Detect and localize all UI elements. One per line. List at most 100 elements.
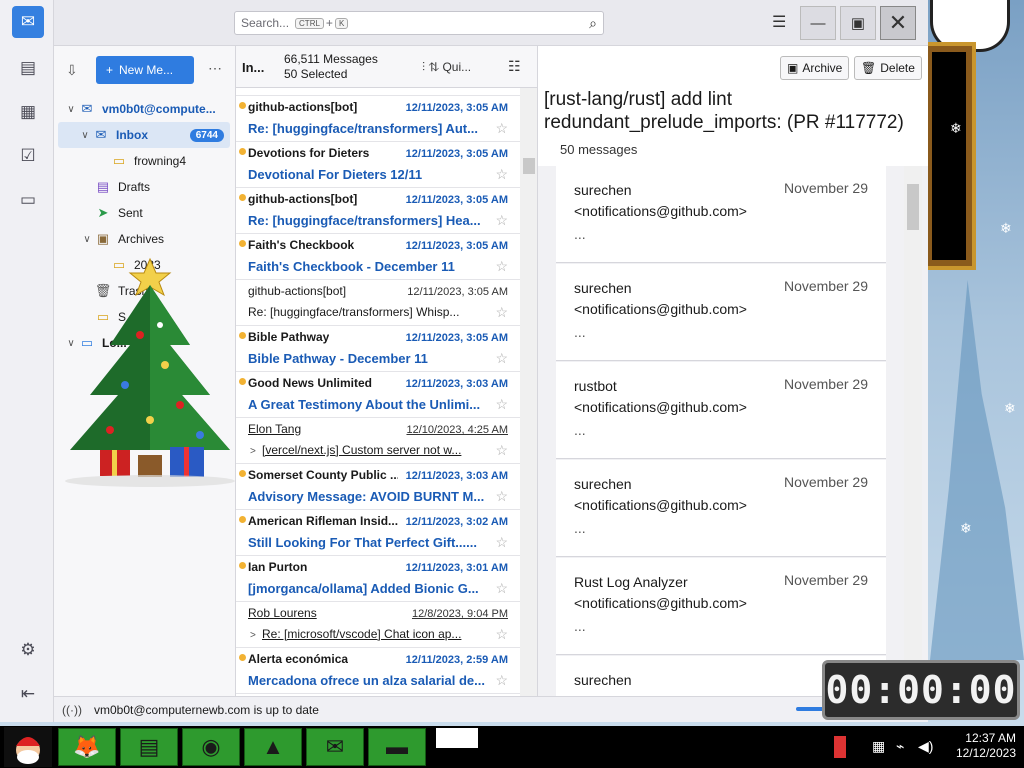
list-item[interactable]: Devotions for Dieters 12/11/2023, 3:05 AM… bbox=[236, 142, 520, 188]
star-icon[interactable]: ☆ bbox=[495, 672, 508, 689]
quick-filter-button[interactable]: ⫶ ⇅ Qui... bbox=[422, 60, 471, 75]
account-row[interactable]: ∨ ✉ vm0b0t@compute... bbox=[54, 96, 236, 122]
terminal-taskbar-icon[interactable]: ▬ bbox=[368, 728, 426, 766]
star-icon[interactable]: ☆ bbox=[495, 304, 508, 321]
star-icon[interactable]: ☆ bbox=[495, 488, 508, 505]
desktop-tree-silhouette bbox=[930, 280, 1024, 660]
list-item[interactable]: github-actions[bot] 12/11/2023, 3:05 AM Re… bbox=[236, 280, 520, 326]
inbox-icon: ✉ bbox=[95, 127, 107, 142]
message-subject: Mercadona ofrece un alza salarial de... bbox=[248, 673, 485, 688]
sender-email: <notifications@github.com> bbox=[574, 497, 747, 513]
address-book-icon[interactable]: ▤ bbox=[12, 52, 44, 84]
thread-title: [rust-lang/rust] add lint redundant_prel… bbox=[544, 89, 904, 133]
tray-red-icon[interactable] bbox=[834, 736, 846, 758]
thread-message-card[interactable]: surechen <notifications@github.com> Novemb… bbox=[556, 460, 886, 557]
sent-icon: ➤ bbox=[97, 205, 109, 220]
list-item[interactable]: > Rob Lourens 12/8/2023, 9:04 PM Re: [micro… bbox=[236, 602, 520, 648]
folder-label: Drafts bbox=[118, 180, 151, 194]
star-icon[interactable]: ☆ bbox=[495, 350, 508, 367]
list-item[interactable]: Bible Pathway 12/11/2023, 3:05 AM Bible Pa… bbox=[236, 326, 520, 372]
archive-button[interactable]: ▣ Archive bbox=[780, 56, 850, 80]
thread-message-card[interactable]: surechen <notifications@github.com> Novemb… bbox=[556, 166, 886, 263]
folder-drafts[interactable]: ▤ Drafts bbox=[54, 174, 236, 200]
star-icon[interactable]: ☆ bbox=[495, 396, 508, 413]
thread-message-card[interactable]: Rust Log Analyzer <notifications@github.c… bbox=[556, 558, 886, 655]
list-item[interactable]: github-actions[bot] 12/11/2023, 3:05 AM Re… bbox=[236, 188, 520, 234]
folder-sent[interactable]: ➤ Sent bbox=[54, 200, 236, 226]
christmas-tree-overlay bbox=[65, 257, 235, 487]
message-from: Rob Lourens bbox=[248, 606, 317, 620]
list-item[interactable]: Faith's Checkbook 12/11/2023, 3:05 AM Fait… bbox=[236, 234, 520, 280]
message-date: 12/11/2023, 3:05 AM bbox=[405, 194, 508, 206]
minimize-button[interactable]: — bbox=[800, 6, 836, 40]
list-item[interactable]: github-actions[bot] 12/11/2023, 3:05 AM Re… bbox=[236, 96, 520, 142]
delete-button[interactable]: 🗑 Delete bbox=[854, 56, 922, 80]
chevron-down-icon[interactable]: ∨ bbox=[64, 104, 78, 115]
thread-message-card[interactable]: rustbot <notifications@github.com> Novembe… bbox=[556, 362, 886, 459]
chevron-down-icon[interactable]: ∨ bbox=[78, 130, 92, 141]
tasks-icon[interactable]: ☑ bbox=[12, 140, 44, 172]
thread-expand-icon[interactable]: > bbox=[250, 630, 256, 641]
star-icon[interactable]: ☆ bbox=[495, 442, 508, 459]
message-date: 12/11/2023, 3:05 AM bbox=[405, 332, 508, 344]
thread-message-card[interactable]: surechen <notifications@github.com> Novemb… bbox=[556, 264, 886, 361]
thread-expand-icon[interactable]: > bbox=[250, 446, 256, 457]
santa-icon bbox=[16, 737, 40, 764]
thunderbird-taskbar-icon[interactable]: ✉ bbox=[306, 728, 364, 766]
christmas-tree-taskbar-icon[interactable]: ▲ bbox=[244, 728, 302, 766]
message-date: 12/8/2023, 9:04 PM bbox=[411, 608, 508, 620]
new-message-button[interactable]: + New Me... bbox=[96, 56, 194, 84]
firefox-taskbar-icon[interactable]: 🦊 bbox=[58, 728, 116, 766]
maximize-button[interactable]: ▣ bbox=[840, 6, 876, 40]
file-explorer-taskbar-icon[interactable]: ▤ bbox=[120, 728, 178, 766]
thread-scrollbar[interactable] bbox=[904, 166, 922, 696]
desktop-picture-frame bbox=[922, 42, 976, 270]
volume-icon[interactable]: ◀) bbox=[918, 738, 933, 755]
chevron-down-icon[interactable]: ∨ bbox=[80, 234, 94, 245]
list-item[interactable]: Somerset County Public ... 12/11/2023, 3:… bbox=[236, 464, 520, 510]
settings-gear-icon[interactable]: ⚙ bbox=[12, 634, 44, 666]
star-icon[interactable]: ☆ bbox=[495, 580, 508, 597]
start-button[interactable] bbox=[4, 727, 52, 767]
list-item[interactable]: Alerta económica 12/11/2023, 2:59 AM Merca… bbox=[236, 648, 520, 694]
message-snippet: ... bbox=[574, 520, 586, 536]
list-item[interactable]: Good News Unlimited 12/11/2023, 3:03 AM A … bbox=[236, 372, 520, 418]
star-icon[interactable]: ☆ bbox=[495, 258, 508, 275]
star-icon[interactable]: ☆ bbox=[495, 120, 508, 137]
list-item[interactable]: > Elon Tang 12/10/2023, 4:25 AM [vercel/nex… bbox=[236, 418, 520, 464]
message-list-scrollbar[interactable] bbox=[520, 88, 537, 696]
message-date: 12/11/2023, 3:05 AM bbox=[407, 286, 508, 298]
network-icon[interactable]: ▦ bbox=[872, 738, 885, 755]
calendar-icon[interactable]: ▦ bbox=[12, 96, 44, 128]
search-input[interactable]: Search... CTRL + K ⌕ bbox=[234, 11, 604, 35]
quick-filter-label: Qui... bbox=[442, 60, 472, 74]
chat-icon[interactable]: ▭ bbox=[12, 184, 44, 216]
get-messages-icon[interactable]: ⇩ bbox=[66, 62, 78, 79]
app-menu-icon[interactable]: ☰ bbox=[772, 12, 786, 32]
message-list-pane: In... 66,511 Messages 50 Selected ⫶ ⇅ Qu… bbox=[236, 46, 538, 696]
message-from: github-actions[bot] bbox=[248, 192, 358, 206]
list-item-partial[interactable] bbox=[236, 88, 520, 96]
online-status-icon[interactable]: ((·)) bbox=[62, 703, 82, 717]
sender-email: <notifications@github.com> bbox=[574, 301, 747, 317]
chrome-taskbar-icon[interactable]: ◉ bbox=[182, 728, 240, 766]
usb-icon[interactable]: ⌁ bbox=[896, 738, 904, 755]
tray-clock[interactable]: 12:37 AM 12/12/2023 bbox=[956, 731, 1016, 761]
mail-space-icon[interactable]: ✉ bbox=[12, 6, 44, 38]
more-options-icon[interactable]: ⋯ bbox=[208, 60, 222, 77]
collapse-toolbar-icon[interactable]: ⇤ bbox=[12, 678, 44, 710]
list-options-icon[interactable]: ☷ bbox=[508, 58, 521, 75]
star-icon[interactable]: ☆ bbox=[495, 534, 508, 551]
star-icon[interactable]: ☆ bbox=[495, 166, 508, 183]
list-item[interactable]: American Rifleman Insid... 12/11/2023, 3:… bbox=[236, 510, 520, 556]
folder-inbox[interactable]: ∨ ✉ Inbox 6744 bbox=[58, 122, 230, 148]
clock-widget[interactable]: 00:00:00 bbox=[822, 660, 1020, 720]
folder-frowning4[interactable]: ▭ frowning4 bbox=[54, 148, 236, 174]
close-button[interactable]: ✕ bbox=[880, 6, 916, 40]
star-icon[interactable]: ☆ bbox=[495, 626, 508, 643]
folder-archives[interactable]: ∨ ▣ Archives bbox=[54, 226, 236, 252]
list-item[interactable]: Ian Purton 12/11/2023, 3:01 AM [jmorganca/… bbox=[236, 556, 520, 602]
taskbar-blank-item[interactable] bbox=[436, 728, 478, 748]
search-icon[interactable]: ⌕ bbox=[589, 15, 597, 32]
star-icon[interactable]: ☆ bbox=[495, 212, 508, 229]
